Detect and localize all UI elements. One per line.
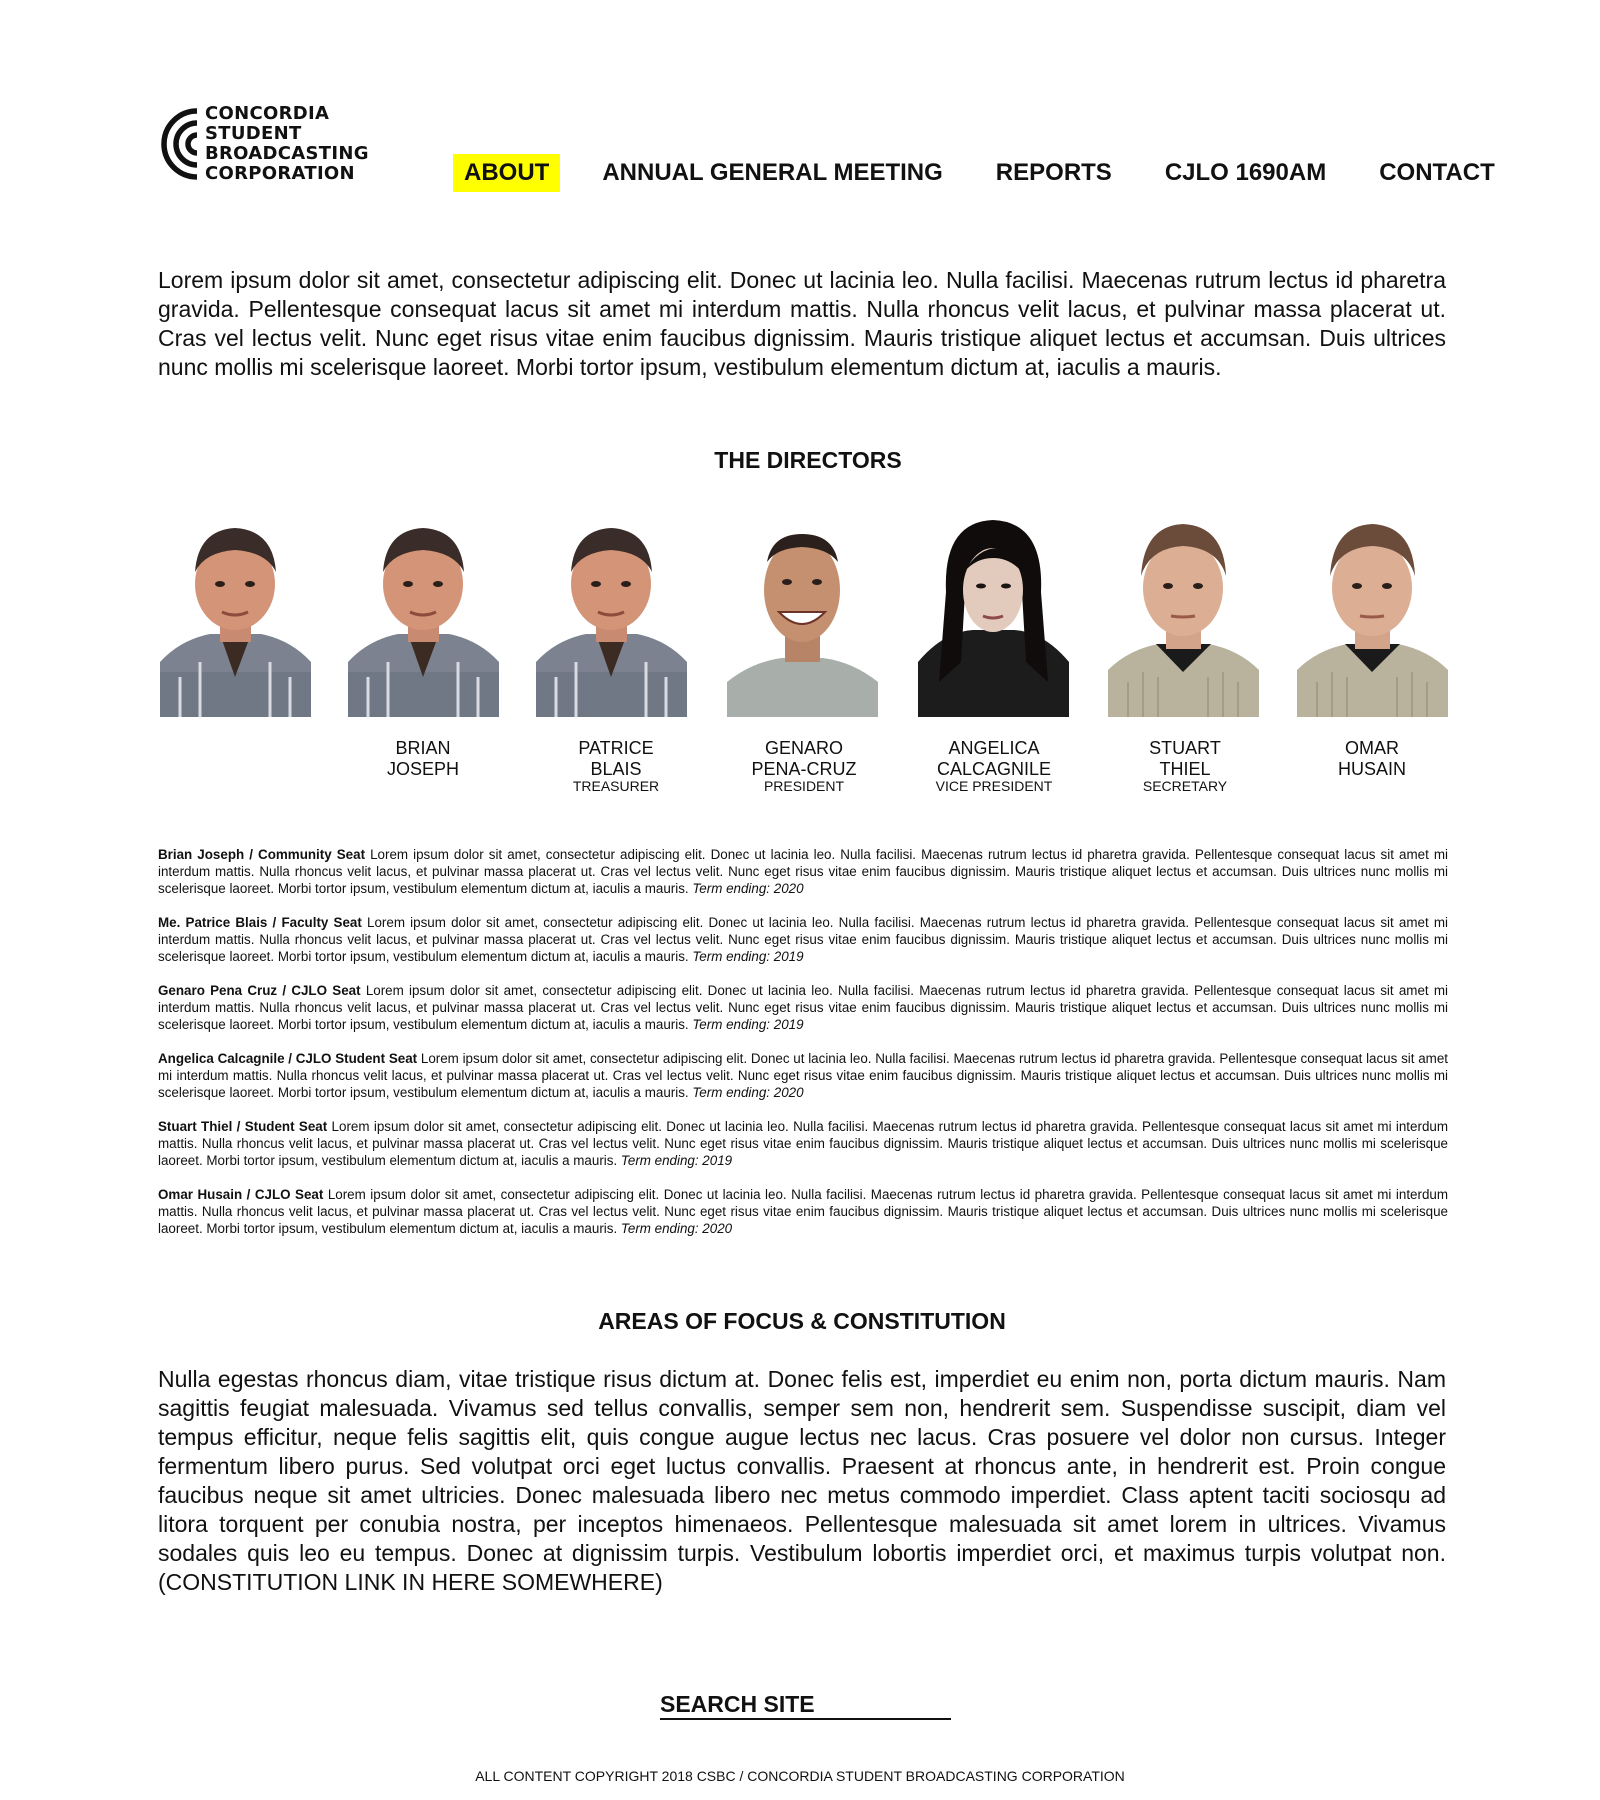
bio-term: Term ending: 2019	[692, 949, 804, 964]
director-photo	[1108, 512, 1259, 717]
focus-paragraph: Nulla egestas rhoncus diam, vitae tristi…	[158, 1366, 1446, 1595]
director-first-name: PATRICE	[578, 738, 654, 758]
logo-line: CONCORDIA	[205, 103, 330, 124]
director-first-name: ANGELICA	[948, 738, 1040, 758]
director-last-name: CALCAGNILE	[936, 759, 1052, 779]
director-name: ANGELICA CALCAGNILE	[909, 738, 1079, 780]
director-role: SECRETARY	[1142, 778, 1228, 794]
director-last-name: PENA-CRUZ	[751, 759, 857, 779]
bio-paragraph: Omar Husain / CJLO Seat Lorem ipsum dolo…	[158, 1186, 1448, 1237]
logo-line: BROADCASTING	[205, 143, 369, 164]
nav-cjlo[interactable]: CJLO 1690AM	[1154, 154, 1337, 192]
director-name: PATRICE BLAIS	[531, 738, 701, 780]
search-site-field[interactable]: SEARCH SITE	[660, 1690, 951, 1720]
director-photo	[1297, 512, 1448, 717]
csbc-concentric-c-icon	[161, 108, 198, 180]
bio-paragraph: Genaro Pena Cruz / CJLO Seat Lorem ipsum…	[158, 982, 1448, 1033]
logo-wordmark: CONCORDIA STUDENT BROADCASTING CORPORATI…	[205, 104, 369, 184]
intro-paragraph: Lorem ipsum dolor sit amet, consectetur …	[158, 267, 1446, 380]
bio-paragraph: Angelica Calcagnile / CJLO Student Seat …	[158, 1050, 1448, 1101]
bio-name: Brian Joseph / Community Seat	[158, 847, 366, 862]
director-name: BRIAN JOSEPH	[338, 738, 508, 780]
bio-term: Term ending: 2019	[692, 1017, 804, 1032]
director-first-name: BRIAN	[395, 738, 451, 758]
director-last-name: HUSAIN	[1337, 759, 1406, 779]
bio-term: Term ending: 2020	[620, 1221, 733, 1236]
director-name: STUART THIEL	[1100, 738, 1270, 780]
nav-about[interactable]: ABOUT	[453, 154, 561, 192]
director-role: VICE PRESIDENT	[935, 778, 1053, 794]
bio-term: Term ending: 2019	[620, 1153, 733, 1168]
copyright-text: ALL CONTENT COPYRIGHT 2018 CSBC / CONCOR…	[475, 1768, 1125, 1784]
search-label: SEARCH SITE	[660, 1691, 815, 1717]
bio-name: Angelica Calcagnile / CJLO Student Seat	[158, 1051, 418, 1066]
logo-line: CORPORATION	[205, 163, 355, 184]
director-photo	[918, 512, 1069, 717]
bio-name: Genaro Pena Cruz / CJLO Seat	[158, 983, 361, 998]
directors-heading: THE DIRECTORS	[714, 447, 902, 473]
bio-text: Lorem ipsum dolor sit amet, consectetur …	[158, 1187, 1448, 1236]
bio-text: Lorem ipsum dolor sit amet, consectetur …	[158, 1119, 1448, 1168]
bio-paragraph: Stuart Thiel / Student Seat Lorem ipsum …	[158, 1118, 1448, 1169]
director-role: PRESIDENT	[763, 778, 845, 794]
director-photo	[727, 512, 878, 717]
csbc-logo[interactable]: CONCORDIA STUDENT BROADCASTING CORPORATI…	[157, 104, 369, 184]
director-role: TREASURER	[572, 778, 660, 794]
director-last-name: JOSEPH	[386, 759, 460, 779]
bio-name: Me. Patrice Blais / Faculty Seat	[158, 915, 362, 930]
director-name: GENARO PENA-CRUZ	[719, 738, 889, 780]
director-photo	[348, 512, 499, 717]
main-nav: ABOUT ANNUAL GENERAL MEETING REPORTS CJL…	[453, 154, 1506, 192]
bio-paragraph: Me. Patrice Blais / Faculty Seat Lorem i…	[158, 914, 1448, 965]
bio-paragraph: Brian Joseph / Community Seat Lorem ipsu…	[158, 846, 1448, 897]
director-last-name: BLAIS	[590, 759, 642, 779]
bio-term: Term ending: 2020	[692, 881, 804, 896]
nav-contact[interactable]: CONTACT	[1368, 154, 1506, 192]
director-bios: Brian Joseph / Community Seat Lorem ipsu…	[158, 846, 1448, 1254]
director-photo	[536, 512, 687, 717]
director-first-name: OMAR	[1345, 738, 1399, 758]
director-photo	[160, 512, 311, 717]
bio-name: Omar Husain / CJLO Seat	[158, 1187, 324, 1202]
logo-line: STUDENT	[205, 123, 302, 144]
director-first-name: GENARO	[764, 738, 843, 758]
nav-annual-general-meeting[interactable]: ANNUAL GENERAL MEETING	[591, 154, 953, 192]
nav-reports[interactable]: REPORTS	[985, 154, 1123, 192]
bio-name: Stuart Thiel / Student Seat	[158, 1119, 328, 1134]
director-last-name: THIEL	[1159, 759, 1211, 779]
director-name: OMAR HUSAIN	[1287, 738, 1457, 780]
bio-term: Term ending: 2020	[692, 1085, 804, 1100]
focus-heading: AREAS OF FOCUS & CONSTITUTION	[598, 1308, 1006, 1334]
director-first-name: STUART	[1149, 738, 1221, 758]
